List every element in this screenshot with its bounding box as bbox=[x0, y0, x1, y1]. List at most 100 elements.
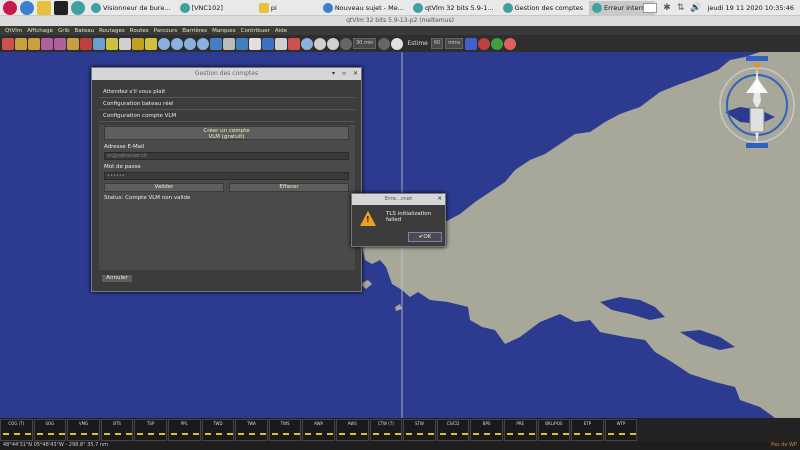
instrument-value-placeholder bbox=[36, 433, 65, 435]
boat-icon[interactable] bbox=[41, 37, 53, 50]
instrument-cell[interactable]: BRL/POS bbox=[537, 419, 571, 441]
menu-routages[interactable]: Routages bbox=[99, 28, 125, 34]
cancel-button[interactable]: Annuler bbox=[101, 274, 133, 283]
time-forward-icon[interactable] bbox=[327, 37, 339, 50]
menu-aide[interactable]: Aide bbox=[275, 28, 287, 34]
globe-icon[interactable] bbox=[262, 37, 274, 50]
step-forward-icon[interactable] bbox=[378, 37, 391, 50]
maximize-icon[interactable]: ▫ bbox=[342, 70, 346, 77]
network-icon[interactable]: ⇅ bbox=[677, 3, 685, 13]
validate-button[interactable]: Valider bbox=[104, 183, 224, 192]
clear-button[interactable]: Effacer bbox=[229, 183, 349, 192]
dialog-titlebar[interactable]: Gestion des comptes ▾ ▫ ✕ bbox=[92, 68, 361, 80]
raspberry-menu-icon[interactable] bbox=[3, 0, 17, 15]
task-visionneur[interactable]: Visionneur de bure... bbox=[88, 1, 174, 15]
instrument-cell[interactable]: TWD bbox=[201, 419, 235, 441]
minimize-icon[interactable]: ▾ bbox=[332, 70, 335, 77]
email-field[interactable]: vr@yahouser.ch bbox=[104, 152, 349, 160]
zoom-boat-icon[interactable] bbox=[197, 37, 209, 50]
browser-icon[interactable] bbox=[20, 0, 34, 15]
file-manager-icon[interactable] bbox=[37, 0, 51, 15]
routing-icon[interactable] bbox=[236, 37, 248, 50]
menu-qtvlm[interactable]: QtVlm bbox=[5, 28, 22, 34]
zoom-in-icon[interactable] bbox=[158, 37, 170, 50]
instrument-cell[interactable]: COG (T) bbox=[0, 419, 33, 441]
menu-routes[interactable]: Routes bbox=[130, 28, 149, 34]
section-wait[interactable]: Attendez s'il vous plait bbox=[99, 87, 355, 98]
menu-barrieres[interactable]: Barrières bbox=[182, 28, 207, 34]
go-icon[interactable] bbox=[491, 37, 504, 50]
barb-icon[interactable] bbox=[132, 37, 144, 50]
sail2-icon[interactable] bbox=[145, 37, 157, 50]
instrument-cell[interactable]: BTS bbox=[100, 419, 134, 441]
grib-open-icon[interactable] bbox=[28, 37, 40, 50]
task-vnc[interactable]: [VNC102] bbox=[177, 1, 226, 15]
task-gestion-comptes[interactable]: Gestion des comptes bbox=[500, 1, 586, 15]
instrument-cell[interactable]: CS/CD bbox=[436, 419, 470, 441]
close-icon[interactable]: ✕ bbox=[437, 194, 442, 205]
bluetooth-icon[interactable]: ✱ bbox=[663, 3, 671, 13]
zoom-out-icon[interactable] bbox=[171, 37, 183, 50]
poi-icon[interactable] bbox=[275, 37, 287, 50]
cpu-monitor-icon[interactable] bbox=[643, 3, 658, 13]
lifebuoy-icon[interactable] bbox=[504, 37, 517, 50]
sail-icon[interactable] bbox=[106, 37, 118, 50]
grib-icon[interactable] bbox=[15, 37, 27, 50]
instrument-cell[interactable]: TSP bbox=[134, 419, 167, 441]
terminal-icon[interactable] bbox=[54, 0, 68, 15]
grib-download-icon[interactable] bbox=[67, 37, 79, 50]
task-nouveau-sujet[interactable]: Nouveau sujet - Me... bbox=[320, 1, 407, 15]
menu-contribuer[interactable]: Contribuer bbox=[241, 28, 270, 34]
password-field[interactable]: •••••• bbox=[104, 172, 349, 180]
instrument-cell[interactable]: AWA bbox=[302, 419, 335, 441]
compass-rose[interactable] bbox=[716, 53, 798, 149]
ok-button[interactable]: ✔OK bbox=[408, 232, 442, 242]
error-titlebar[interactable]: Erre...rnet ✕ bbox=[352, 194, 445, 205]
ruler-icon[interactable] bbox=[249, 37, 261, 50]
instrument-cell[interactable]: VMG bbox=[67, 419, 100, 441]
section-real-boat[interactable]: Configuration bateau réel bbox=[99, 99, 355, 110]
task-pi[interactable]: pi bbox=[256, 1, 280, 15]
wind-icon[interactable] bbox=[80, 37, 92, 50]
instrument-cell[interactable]: PRE bbox=[503, 419, 537, 441]
section-vlm-account[interactable]: Configuration compte VLM bbox=[99, 111, 355, 122]
step-back-icon[interactable] bbox=[340, 37, 352, 50]
instrument-cell[interactable]: CTW (T) bbox=[369, 419, 403, 441]
time-back-icon[interactable] bbox=[301, 37, 313, 50]
instrument-cell[interactable]: SOG bbox=[33, 419, 67, 441]
clouds-icon[interactable] bbox=[93, 37, 105, 50]
tools-icon[interactable] bbox=[223, 37, 235, 50]
instrument-cell[interactable]: ETP bbox=[571, 419, 604, 441]
qtvlm-launcher-icon[interactable] bbox=[71, 0, 85, 15]
menu-marques[interactable]: Marques bbox=[212, 28, 236, 34]
instrument-cell[interactable]: TWS bbox=[268, 419, 302, 441]
map-icon[interactable] bbox=[210, 37, 222, 50]
volume-icon[interactable]: 🔊 bbox=[690, 3, 701, 13]
menu-parcours[interactable]: Parcours bbox=[154, 28, 178, 34]
instrument-cell[interactable]: AWS bbox=[335, 419, 369, 441]
stop-icon[interactable] bbox=[478, 37, 491, 50]
instrument-cell[interactable]: TWA bbox=[235, 419, 268, 441]
close-icon[interactable]: ✕ bbox=[353, 70, 358, 77]
quit-icon[interactable] bbox=[2, 37, 14, 50]
task-qtvlm[interactable]: qtVlm 32 bits 5.9-1... bbox=[410, 1, 497, 15]
create-account-button[interactable]: Créer un compte VLM (gratuit) bbox=[104, 126, 349, 140]
time-now-icon[interactable] bbox=[314, 37, 326, 50]
estime-value-field[interactable]: 60 bbox=[430, 38, 444, 49]
clock-icon[interactable] bbox=[119, 37, 131, 50]
menu-grib[interactable]: Grib bbox=[58, 28, 70, 34]
alarm-icon[interactable] bbox=[465, 37, 478, 50]
menu-bateau[interactable]: Bateau bbox=[75, 28, 95, 34]
instrument-cell[interactable]: WTP bbox=[604, 419, 638, 441]
menu-affichage[interactable]: Affichage bbox=[27, 28, 53, 34]
instrument-value-placeholder bbox=[305, 433, 334, 435]
snapshot-icon[interactable] bbox=[288, 37, 300, 50]
instrument-cell[interactable]: PPL bbox=[167, 419, 201, 441]
step-field[interactable]: 30 min bbox=[353, 38, 377, 49]
instrument-cell[interactable]: BPS bbox=[470, 419, 503, 441]
estime-unit-select[interactable]: mins bbox=[445, 38, 464, 49]
instrument-cell[interactable]: STW bbox=[403, 419, 436, 441]
play-icon[interactable] bbox=[391, 37, 404, 50]
route-icon[interactable] bbox=[54, 37, 66, 50]
zoom-fit-icon[interactable] bbox=[184, 37, 196, 50]
